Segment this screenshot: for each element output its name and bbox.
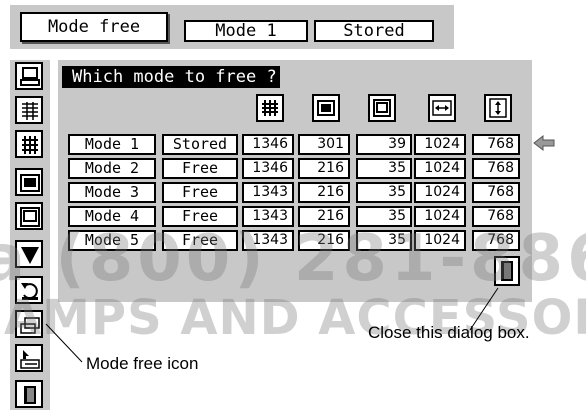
table-row-value-cell: 1024 xyxy=(414,182,466,203)
table-row-value-cell: 768 xyxy=(472,158,520,179)
table-row-mode-cell[interactable]: Mode 3 xyxy=(68,182,156,203)
table-row-value-cell: 1024 xyxy=(414,134,466,155)
table-row-mode-cell[interactable]: Mode 5 xyxy=(68,230,156,251)
table-row-value-cell: 1024 xyxy=(414,158,466,179)
table-row-value-cell: 216 xyxy=(298,206,350,227)
table-row-mode-cell[interactable]: Mode 4 xyxy=(68,206,156,227)
mode-free-icon[interactable] xyxy=(15,310,43,338)
down-triangle-icon[interactable] xyxy=(15,240,43,268)
mode-free-dialog xyxy=(58,60,532,302)
tab-mode-free[interactable]: Mode free xyxy=(20,12,168,42)
table-row-value-cell: 1343 xyxy=(242,182,294,203)
table-row-status-cell: Free xyxy=(162,182,238,203)
table-row-value-cell: 1024 xyxy=(414,206,466,227)
table-row-value-cell: 39 xyxy=(356,134,412,155)
table-row-mode-cell[interactable]: Mode 2 xyxy=(68,158,156,179)
table-row-value-cell: 1343 xyxy=(242,230,294,251)
table-row-value-cell: 301 xyxy=(298,134,350,155)
mode-free-icon-callout: Mode free icon xyxy=(86,354,199,373)
table-row-mode-cell[interactable]: Mode 1 xyxy=(68,134,156,155)
horizontal-arrow-icon xyxy=(428,94,456,122)
frame-inner-icon xyxy=(368,94,396,122)
table-row-value-cell: 1343 xyxy=(242,206,294,227)
table-row-status-cell: Stored xyxy=(162,134,238,155)
store-icon[interactable] xyxy=(15,344,43,372)
reset-icon[interactable] xyxy=(15,276,43,304)
fine-sync-icon[interactable] xyxy=(15,96,43,124)
frame-outer-icon xyxy=(312,94,340,122)
close-dialog-button[interactable] xyxy=(494,256,520,286)
table-row-status-cell: Free xyxy=(162,158,238,179)
table-row-value-cell: 35 xyxy=(356,182,412,203)
tab-mode-1[interactable]: Mode 1 xyxy=(184,20,308,42)
selection-arrow-icon xyxy=(533,134,555,152)
table-row-value-cell: 768 xyxy=(472,206,520,227)
table-row-status-cell: Free xyxy=(162,206,238,227)
table-row-value-cell: 216 xyxy=(298,158,350,179)
total-dots-icon[interactable] xyxy=(15,130,43,158)
inner-frame-icon[interactable] xyxy=(15,202,43,230)
table-row-status-cell: Free xyxy=(162,230,238,251)
table-row-value-cell: 35 xyxy=(356,158,412,179)
computer-icon[interactable] xyxy=(15,62,43,90)
table-row-value-cell: 216 xyxy=(298,182,350,203)
table-row-value-cell: 1346 xyxy=(242,134,294,155)
dialog-title: Which mode to free ? xyxy=(62,66,280,88)
table-row-value-cell: 768 xyxy=(472,182,520,203)
table-row-value-cell: 35 xyxy=(356,230,412,251)
position-icon[interactable] xyxy=(15,168,43,196)
table-row-value-cell: 35 xyxy=(356,206,412,227)
table-row-value-cell: 768 xyxy=(472,134,520,155)
table-row-value-cell: 216 xyxy=(298,230,350,251)
quit-icon[interactable] xyxy=(15,380,43,408)
table-row-value-cell: 1346 xyxy=(242,158,294,179)
tab-stored[interactable]: Stored xyxy=(314,20,434,42)
vertical-lines-icon xyxy=(256,94,284,122)
table-row-value-cell: 768 xyxy=(472,230,520,251)
close-dialog-callout: Close this dialog box. xyxy=(368,323,530,342)
table-row-value-cell: 1024 xyxy=(414,230,466,251)
vertical-arrow-icon xyxy=(484,94,512,122)
